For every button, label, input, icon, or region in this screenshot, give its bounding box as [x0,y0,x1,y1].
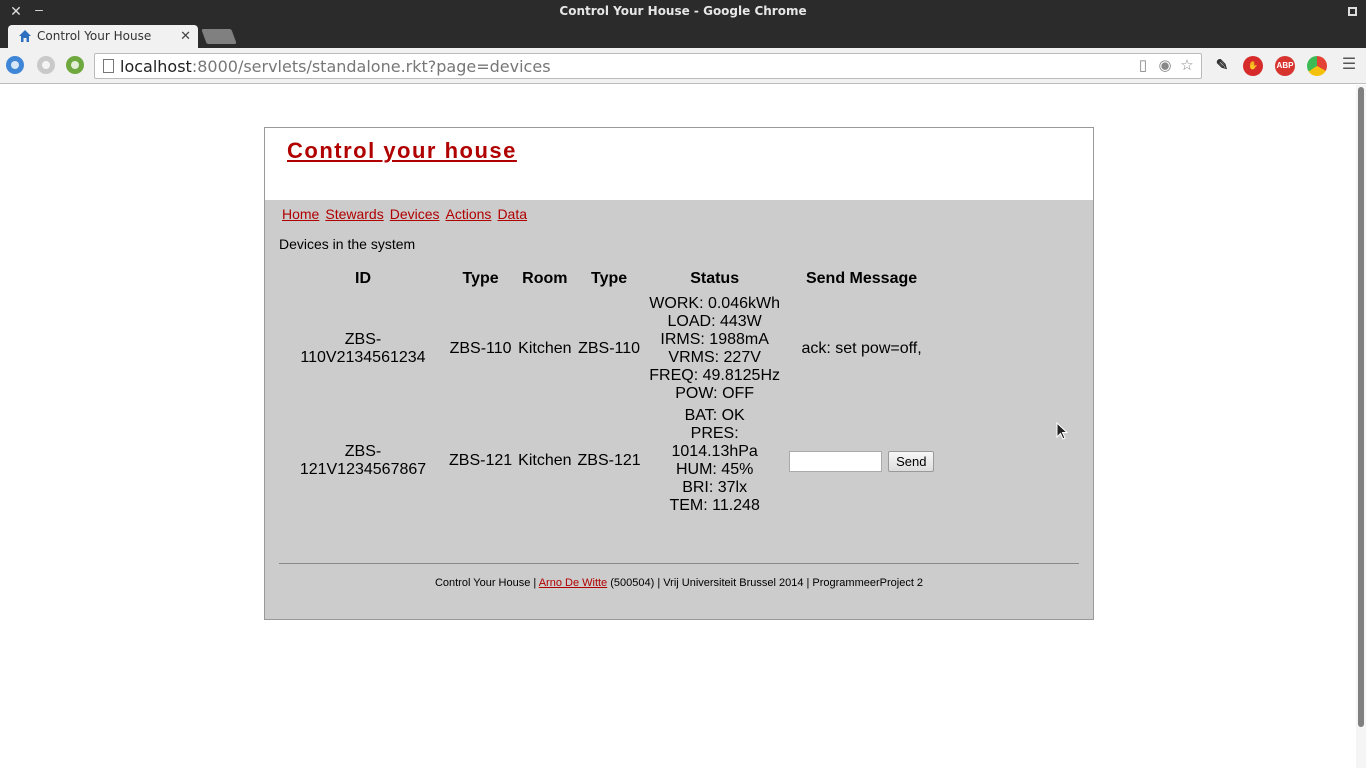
device-type-2: ZBS-110 [578,340,641,357]
device-type: ZBS-121 [449,452,513,469]
device-room: Kitchen [518,340,572,357]
chrome-menu-icon[interactable]: ☰ [1341,57,1357,73]
forward-icon[interactable] [37,56,55,74]
site-footer: Control Your House | Arno De Witte (5005… [265,577,1093,589]
header-type-2: Type [591,270,628,287]
nav-devices[interactable]: Devices [390,206,440,222]
stop-extension-icon[interactable]: ✋ [1243,56,1263,76]
status-line: BRI: 37lx [682,479,748,496]
window-title: Control Your House - Google Chrome [559,4,807,18]
nav-data[interactable]: Data [497,206,527,222]
tab-strip: Control Your House ✕ [0,24,1366,48]
device-id: ZBS-121V1234567867 [299,443,427,478]
message-input[interactable] [788,450,882,472]
device-type-2: ZBS-121 [577,452,641,469]
browser-toolbar: localhost:8000/servlets/standalone.rkt?p… [0,48,1366,84]
site-header: Control your house [265,128,1093,200]
reload-icon[interactable] [66,56,84,74]
bookmark-star-icon[interactable]: ☆ [1179,58,1195,74]
device-type: ZBS-110 [449,340,512,357]
reader-mode-icon[interactable]: ▯ [1135,58,1151,74]
table-header-row: ID Type Room Type Status Send Message [281,266,936,292]
device-status: WORK: 0.046kWh LOAD: 443W IRMS: 1988mA V… [645,294,785,404]
status-line: BAT: OK [684,407,745,424]
home-icon [19,30,31,42]
device-room: Kitchen [518,452,572,469]
devices-table: ID Type Room Type Status Send Message ZB… [279,264,938,518]
device-message: ack: set pow=off, [801,340,922,357]
page-container: Control your house Home Stewards Devices… [264,127,1094,620]
tab-title: Control Your House [37,29,152,43]
window-titlebar: ✕ – Control Your House - Google Chrome [0,0,1366,24]
adblock-plus-icon[interactable]: ABP [1275,56,1295,76]
send-button[interactable]: Send [888,450,935,472]
tab-control-your-house[interactable]: Control Your House ✕ [8,25,198,48]
status-line: POW: OFF [675,385,755,402]
author-link[interactable]: Arno De Witte [539,577,607,589]
device-status: BAT: OK PRES: 1014.13hPa HUM: 45% BRI: 3… [645,406,785,516]
header-room: Room [522,270,568,287]
device-id: ZBS-110V2134561234 [300,331,426,366]
nav-home[interactable]: Home [282,206,319,222]
status-line: PRES: 1014.13hPa [671,425,758,460]
status-line: LOAD: 443W [667,313,762,330]
status-line: TEM: 11.248 [669,497,760,514]
address-bar[interactable]: localhost:8000/servlets/standalone.rkt?p… [94,53,1202,79]
status-line: FREQ: 49.8125Hz [649,367,781,384]
eyedropper-extension-icon[interactable]: ✎ [1212,56,1232,76]
site-title-link[interactable]: Control your house [287,138,517,164]
scrollbar-thumb[interactable] [1358,87,1364,727]
header-type: Type [462,270,499,287]
header-id: ID [355,270,371,287]
nav-actions[interactable]: Actions [446,206,492,222]
send-message-cell: Send [787,406,937,516]
table-row: ZBS-121V1234567867 ZBS-121 Kitchen ZBS-1… [281,406,936,516]
footer-divider [279,563,1079,564]
address-url[interactable]: localhost:8000/servlets/standalone.rkt?p… [120,57,551,76]
page-scrollbar[interactable] [1356,85,1366,768]
table-row: ZBS-110V2134561234 ZBS-110 Kitchen ZBS-1… [281,294,936,404]
chrome-extension-icon[interactable] [1307,56,1327,76]
reddit-icon[interactable]: ◉ [1157,58,1173,74]
new-tab-button[interactable] [201,29,237,44]
header-send-message: Send Message [805,270,918,287]
mouse-cursor-icon [1056,422,1068,440]
status-line: WORK: 0.046kWh [649,295,780,312]
site-nav: Home Stewards Devices Actions Data [282,206,527,222]
nav-stewards[interactable]: Stewards [325,206,383,222]
status-line: VRMS: 227V [668,349,761,366]
status-line: HUM: 45% [675,461,754,478]
footer-suffix: (500504) | Vrij Universiteit Brussel 201… [607,577,924,589]
page-subtitle: Devices in the system [279,236,416,252]
status-line: IRMS: 1988mA [660,331,769,348]
page-icon [103,59,114,73]
maximize-window-icon[interactable] [1344,3,1360,19]
tab-close-icon[interactable]: ✕ [180,28,191,44]
footer-prefix: Control Your House | [434,577,539,589]
header-status: Status [690,270,740,287]
back-icon[interactable] [6,56,24,74]
